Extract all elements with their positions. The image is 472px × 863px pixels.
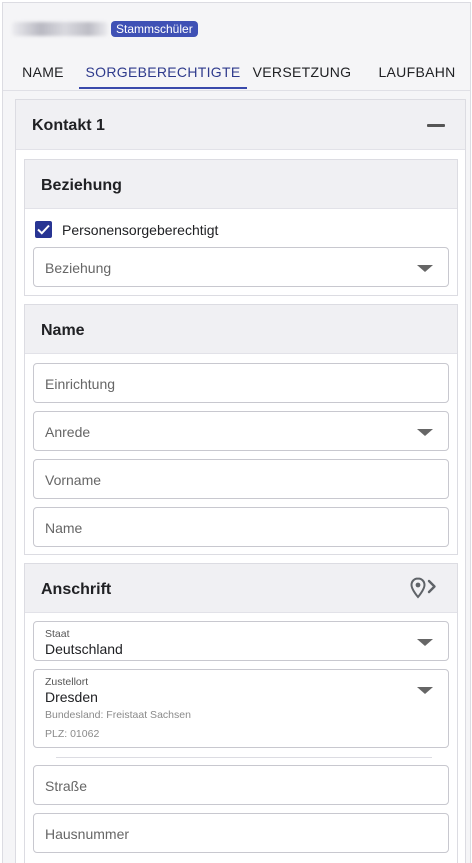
beziehung-section-header: Beziehung xyxy=(25,160,457,209)
personensorgeberechtigt-checkbox-row[interactable]: Personensorgeberechtigt xyxy=(35,221,218,238)
plz-text: PLZ: 01062 xyxy=(45,728,100,740)
beziehung-placeholder: Beziehung xyxy=(45,260,112,276)
zustellort-label: Zustellort xyxy=(45,676,89,688)
anschrift-section-header: Anschrift xyxy=(25,564,457,613)
checkbox-checked[interactable] xyxy=(35,221,52,238)
tab-name[interactable]: NAME xyxy=(5,53,81,90)
status-badge: Stammschüler xyxy=(111,21,198,37)
tab-laufbahn[interactable]: LAUFBAHN xyxy=(367,53,467,90)
bundesland-text: Bundesland: Freistaat Sachsen xyxy=(45,709,191,721)
strasse-placeholder: Straße xyxy=(45,778,88,794)
einrichtung-input[interactable]: Einrichtung xyxy=(33,363,449,403)
beziehung-title: Beziehung xyxy=(41,177,122,194)
tab-sorgeberechtigte[interactable]: SORGEBERECHTIGTE xyxy=(79,53,247,90)
redacted-student-name xyxy=(12,22,108,36)
chevron-down-icon xyxy=(417,639,433,646)
beziehung-section: Beziehung Personensorgeberechtigt Bezieh… xyxy=(24,159,458,296)
vorname-input[interactable]: Vorname xyxy=(33,459,449,499)
anschrift-section: Anschrift Staat Deutschland Zustellort D… xyxy=(24,563,458,863)
name-input[interactable]: Name xyxy=(33,507,449,547)
anschrift-title: Anschrift xyxy=(41,581,112,598)
name-section-header: Name xyxy=(25,305,457,354)
zustellort-value: Dresden xyxy=(45,689,98,705)
anrede-select[interactable]: Anrede xyxy=(33,411,449,451)
collapse-icon[interactable] xyxy=(427,124,445,127)
checkbox-label: Personensorgeberechtigt xyxy=(62,221,219,238)
active-tab-indicator xyxy=(79,87,247,89)
name-title: Name xyxy=(41,322,85,339)
einrichtung-placeholder: Einrichtung xyxy=(45,376,116,392)
address-divider xyxy=(56,757,432,758)
location-arrow-icon[interactable] xyxy=(409,576,441,600)
record-header: Stammschüler xyxy=(12,18,198,40)
staat-select[interactable]: Staat Deutschland xyxy=(33,621,449,661)
hausnummer-placeholder: Hausnummer xyxy=(45,826,130,842)
student-record-frame: Stammschüler NAME SORGEBERECHTIGTE VERSE… xyxy=(2,2,471,863)
contact-panel: Kontakt 1 Beziehung Personensorgeberecht… xyxy=(15,99,466,863)
vorname-placeholder: Vorname xyxy=(45,472,102,488)
hausnummer-input[interactable]: Hausnummer xyxy=(33,813,449,853)
contact-title: Kontakt 1 xyxy=(32,117,105,134)
staat-label: Staat xyxy=(45,628,70,640)
chevron-down-icon xyxy=(417,265,433,272)
staat-value: Deutschland xyxy=(45,641,123,657)
check-icon xyxy=(37,224,50,235)
tab-versetzung[interactable]: VERSETZUNG xyxy=(249,53,355,90)
name-section: Name Einrichtung Anrede Vorname Name xyxy=(24,304,458,555)
strasse-input[interactable]: Straße xyxy=(33,765,449,805)
name-placeholder: Name xyxy=(45,520,83,536)
zustellort-select[interactable]: Zustellort Dresden Bundesland: Freistaat… xyxy=(33,669,449,748)
chevron-down-icon xyxy=(417,429,433,436)
tab-divider xyxy=(3,90,470,91)
contact-panel-header[interactable]: Kontakt 1 xyxy=(16,100,465,150)
anrede-placeholder: Anrede xyxy=(45,424,91,440)
chevron-down-icon xyxy=(417,687,433,694)
beziehung-select[interactable]: Beziehung xyxy=(33,247,449,287)
